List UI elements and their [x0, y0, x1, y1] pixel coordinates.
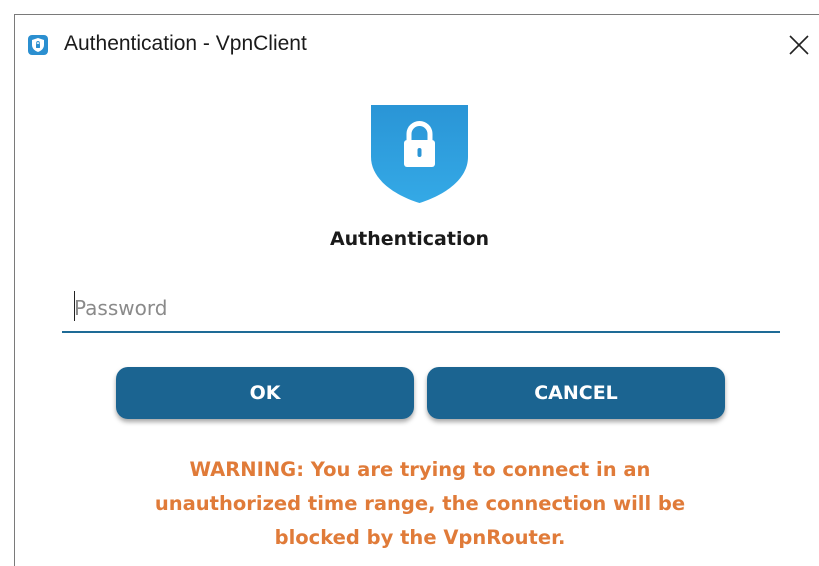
ok-button[interactable]: OK — [116, 367, 414, 419]
warning-line: WARNING: You are trying to connect in an — [189, 458, 651, 481]
password-input[interactable] — [62, 285, 780, 333]
text-caret — [74, 291, 75, 321]
shield-app-icon — [28, 35, 48, 55]
close-icon — [789, 35, 809, 55]
title-bar[interactable]: Authentication - VpnClient — [15, 15, 819, 75]
warning-line: blocked by the VpnRouter. — [274, 526, 566, 549]
warning-line: unauthorized time range, the connection … — [154, 492, 686, 515]
cancel-button[interactable]: CANCEL — [427, 367, 725, 419]
password-field-wrapper — [62, 285, 780, 335]
warning-message: WARNING: You are trying to connect in an… — [100, 453, 740, 555]
auth-dialog: Authentication - VpnClient Authenticatio… — [0, 0, 819, 566]
close-button[interactable] — [779, 23, 819, 67]
window-border-left — [14, 14, 15, 566]
dialog-heading: Authentication — [329, 228, 490, 250]
window-title: Authentication - VpnClient — [64, 32, 307, 55]
shield-lock-icon — [371, 105, 468, 203]
